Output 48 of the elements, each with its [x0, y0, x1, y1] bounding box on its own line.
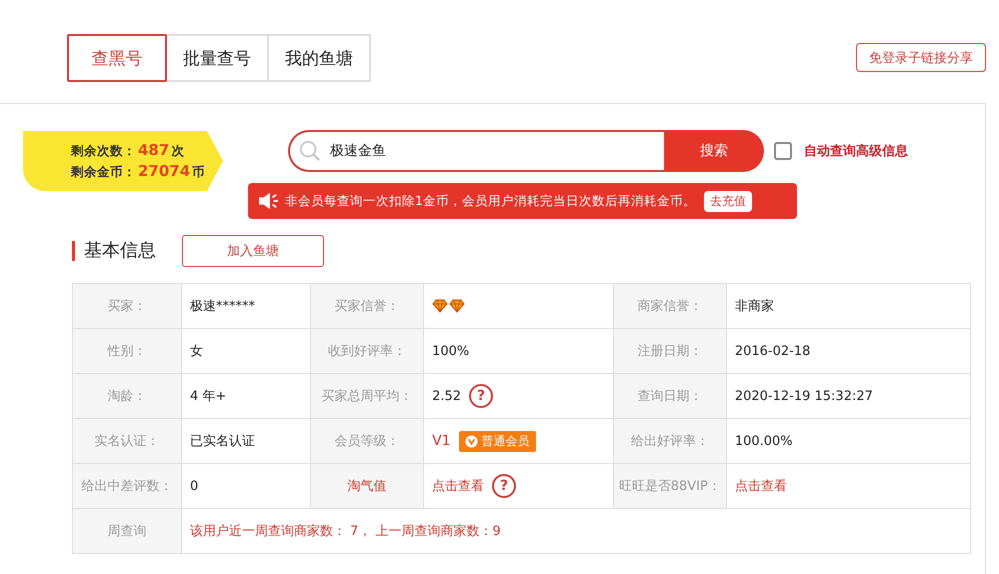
- member-level: V1: [432, 433, 451, 449]
- remaining-coins: 剩余金币：27074币: [71, 161, 206, 182]
- search-icon: [299, 140, 321, 162]
- label-cell: 给出中差评数：: [72, 464, 182, 508]
- label-cell: 买家信誉：: [310, 284, 424, 328]
- table-cell: 100.00%: [726, 418, 970, 464]
- recharge-button[interactable]: 去充值: [704, 190, 752, 212]
- label-cell: 注册日期：: [613, 328, 726, 374]
- label-cell[interactable]: 淘气值: [310, 464, 424, 508]
- checkbox[interactable]: [774, 142, 792, 160]
- tab[interactable]: 批量查号: [165, 34, 269, 82]
- speaker-icon: [258, 192, 280, 210]
- tab[interactable]: 我的鱼塘: [267, 34, 371, 82]
- table-cell: 非商家: [726, 284, 970, 328]
- member-badge: 普通会员: [458, 430, 536, 452]
- join-pond-button[interactable]: 加入鱼塘: [182, 235, 324, 267]
- cell-value: 2.52: [432, 388, 462, 404]
- table-cell: 100%: [424, 328, 614, 374]
- label-cell: 性别：: [72, 328, 182, 374]
- label-cell: 实名认证：: [72, 418, 182, 464]
- remaining-times: 剩余次数：487 次: [71, 140, 186, 161]
- label-cell: 会员等级：: [310, 418, 424, 464]
- checkbox-label[interactable]: 自动查询高级信息: [804, 142, 908, 160]
- table-cell: 极速******: [182, 284, 311, 328]
- search-button[interactable]: 搜索: [664, 130, 764, 172]
- label-cell: 给出好评率：: [613, 418, 726, 464]
- label-cell: 收到好评率：: [310, 328, 424, 374]
- view-link[interactable]: 点击查看: [432, 477, 484, 495]
- section-title: 基本信息: [72, 241, 156, 261]
- view-link[interactable]: 点击查看: [726, 464, 970, 508]
- table-cell: 2020-12-19 15:32:27: [726, 374, 970, 418]
- diamonds-icon: [432, 299, 466, 313]
- table-cell: 该用户近一周查询商家数： 7， 上一周查询商家数：9: [182, 508, 970, 554]
- label-cell: 淘龄：: [72, 374, 182, 418]
- search-field[interactable]: 极速金鱼: [288, 130, 664, 172]
- help-icon[interactable]: ?: [492, 474, 516, 498]
- label-cell: 买家总周平均：: [310, 374, 424, 418]
- label-cell: 周查询: [72, 508, 182, 554]
- label-cell: 查询日期：: [613, 374, 726, 418]
- label-cell: 旺旺是否88VIP：: [613, 464, 726, 508]
- label-cell: 买家：: [72, 284, 182, 328]
- v-icon: [464, 434, 478, 448]
- tab[interactable]: 查黑号: [67, 34, 167, 82]
- share-button[interactable]: 免登录子链接分享: [856, 43, 986, 72]
- help-icon[interactable]: ?: [469, 384, 494, 408]
- notice-text: 非会员每查询一次扣除1金币，会员用户消耗完当日次数后再消耗金币。: [285, 192, 696, 210]
- table-cell: 2016-02-18: [726, 328, 970, 374]
- label-cell: 商家信誉：: [613, 284, 726, 328]
